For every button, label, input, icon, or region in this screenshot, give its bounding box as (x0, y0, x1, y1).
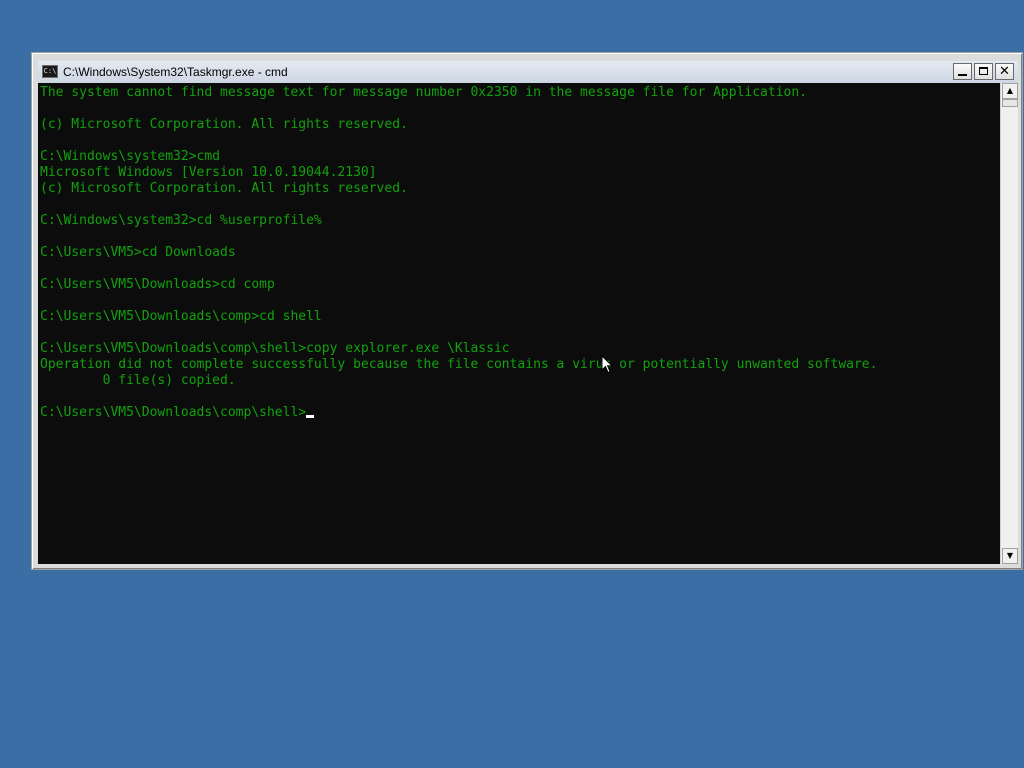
console-line: Microsoft Windows [Version 10.0.19044.21… (40, 165, 377, 180)
console-line: 0 file(s) copied. (40, 373, 236, 388)
console-line: The system cannot find message text for … (40, 85, 808, 100)
scroll-thumb[interactable] (1002, 99, 1018, 107)
console-line: C:\Users\VM5\Downloads>cd comp (40, 277, 275, 292)
console-line: C:\Users\VM5>cd Downloads (40, 245, 236, 260)
console-line: (c) Microsoft Corporation. All rights re… (40, 181, 408, 196)
minimize-button[interactable] (953, 63, 972, 80)
current-prompt-line[interactable]: C:\Users\VM5\Downloads\comp\shell> (40, 405, 1000, 421)
close-button[interactable]: ✕ (995, 63, 1014, 80)
scroll-down-button[interactable]: ▼ (1002, 548, 1018, 564)
command-prompt: C:\Users\VM5\Downloads\comp\shell> (40, 405, 307, 420)
minimize-icon (958, 74, 967, 76)
console-line: C:\Windows\system32>cd %userprofile% (40, 213, 322, 228)
title-bar[interactable]: C:\ C:\Windows\System32\Taskmgr.exe - cm… (38, 61, 1018, 83)
console-line: Operation did not complete successfully … (40, 357, 878, 372)
scroll-up-button[interactable]: ▲ (1002, 83, 1018, 99)
desktop-background: C:\ C:\Windows\System32\Taskmgr.exe - cm… (0, 0, 1024, 768)
console-icon: C:\ (42, 65, 58, 78)
console-line: C:\Users\VM5\Downloads\comp\shell>copy e… (40, 341, 510, 356)
window-title: C:\Windows\System32\Taskmgr.exe - cmd (63, 65, 288, 79)
cmd-window[interactable]: C:\ C:\Windows\System32\Taskmgr.exe - cm… (31, 52, 1023, 570)
mouse-pointer-icon (601, 355, 613, 374)
close-icon: ✕ (999, 64, 1010, 79)
maximize-icon (979, 67, 988, 75)
maximize-button[interactable] (974, 63, 993, 80)
text-cursor (306, 415, 315, 418)
console-line: C:\Windows\system32>cmd (40, 149, 221, 164)
console-line: C:\Users\VM5\Downloads\comp>cd shell (40, 309, 322, 324)
vertical-scrollbar[interactable]: ▲ ▼ (1000, 83, 1018, 564)
console-text: The system cannot find message text for … (38, 83, 1000, 421)
console-line: (c) Microsoft Corporation. All rights re… (40, 117, 408, 132)
console-output-area[interactable]: The system cannot find message text for … (38, 83, 1000, 564)
